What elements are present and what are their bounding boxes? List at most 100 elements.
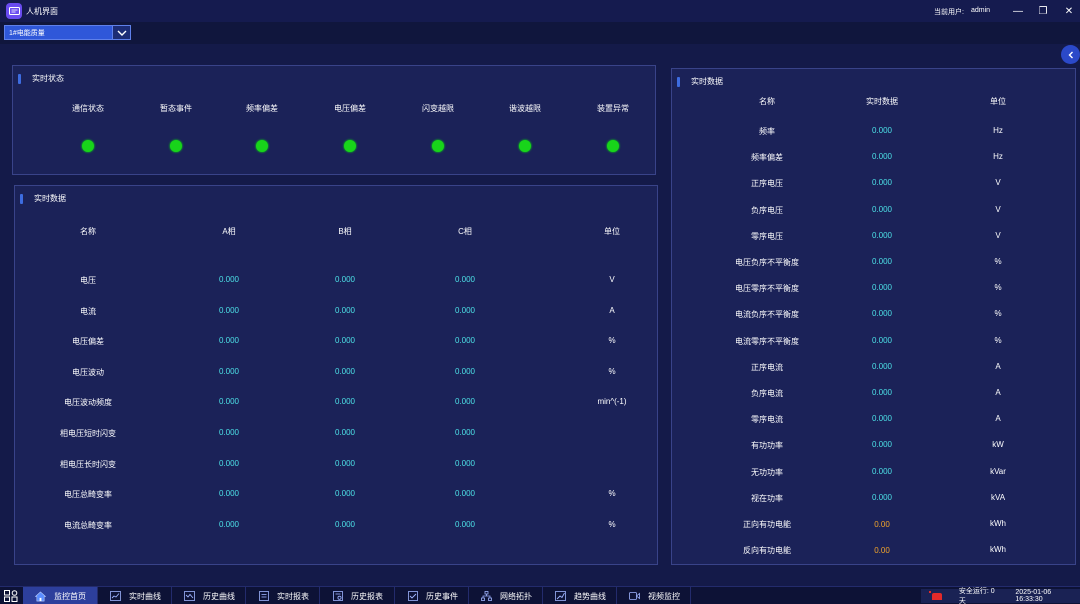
column-header: C相 [458,227,472,236]
app-grid-icon[interactable] [4,590,18,602]
realtime-value: 0.000 [871,204,893,214]
unit-label: Hz [993,126,1003,135]
title-accent-bar [20,193,23,204]
row-name: 有功功率 [751,441,783,451]
phase-c-value: 0.000 [454,458,476,468]
phase-a-value: 0.000 [218,336,240,346]
row-name: 正序电压 [751,179,783,189]
close-button[interactable]: ✕ [1062,4,1076,18]
row-name: 频率偏差 [751,153,783,163]
unit-label: % [608,336,616,346]
nav-tab-6[interactable]: 历史事件 [395,587,469,604]
column-header: 名称 [80,227,96,236]
row-name: 正向有功电能 [743,520,791,529]
realtime-value: 0.00 [874,546,890,556]
row-name: 频率 [759,127,775,136]
row-name: 电压偏差 [72,337,104,347]
phase-c-value: 0.000 [454,275,476,284]
device-select[interactable]: 1#电能质量 [4,25,131,40]
phase-a-value: 0.000 [218,305,240,315]
nav-tab-2[interactable]: 实时曲线 [98,587,172,604]
realtime-status-panel: 实时状态 通信状态 暂态事件 频率偏差 电压偏差 闪变越限 谐波越限 装置异常 [12,65,656,175]
status-item: 装置异常 [573,103,653,152]
summary-data-panel: 实时数据 名称 实时数据 单位 频率 0.000 Hz 频率偏差 0.000 Hz 正序电压 0.0… [671,68,1076,565]
phase-c-value: 0.000 [454,489,476,499]
row-name: 电压零序不平衡度 [735,284,799,294]
column-header: B相 [338,227,352,236]
phase-b-value: 0.000 [334,275,356,284]
close-icon: ✕ [1064,5,1074,17]
nav-tab-label: 历史曲线 [203,591,235,601]
nav-tab-1[interactable]: 监控首页 [23,587,98,604]
row-name: 零序电压 [751,231,783,241]
current-user-name: admin [971,7,991,14]
unit-label: kWh [990,519,1006,528]
phase-b-value: 0.000 [334,397,356,407]
nav-tab-9[interactable]: 视频监控 [617,587,691,604]
unit-label: kW [992,440,1004,450]
nav-tab-3[interactable]: 历史曲线 [172,587,246,604]
phase-c-value: 0.000 [454,305,476,315]
phase-b-value: 0.000 [334,458,356,468]
phase-c-value: 0.000 [454,336,476,346]
restore-button[interactable]: ❐ [1036,4,1050,18]
safe-run-days: 安全运行: 0 天 [958,588,995,604]
phase-b-value: 0.000 [334,489,356,499]
row-name: 电流负序不平衡度 [735,310,799,320]
realtime-value: 0.000 [871,492,893,502]
minimize-button[interactable]: — [1011,4,1025,18]
status-item: 暂态事件 [136,103,216,152]
status-indicator-icon [607,140,619,152]
realtime-value: 0.000 [871,126,893,135]
nav-tab-8[interactable]: 趋势曲线 [543,587,617,604]
alarm-icon[interactable] [929,591,943,601]
phase-a-value: 0.000 [218,275,240,284]
unit-label: % [608,489,616,499]
row-name: 相电压短时闪变 [60,429,116,438]
chevron-left-icon [1068,51,1073,58]
nav-tab-4[interactable]: 实时报表 [246,587,320,604]
row-name: 电压波动 [72,367,104,377]
nav-tab-7[interactable]: 网络拓扑 [469,587,543,604]
phase-data-panel: 实时数据 名称 A相 B相 C相 单位 电压 0.000 0.000 0.000 V 电流 0.000… [14,185,658,565]
status-indicator-icon [170,140,182,152]
row-name: 电压 [80,276,96,285]
nav-tab-label: 实时曲线 [129,591,161,601]
nav-tab-label: 趋势曲线 [574,591,606,601]
toolbar: 1#电能质量 [0,22,1080,44]
collapse-panel-button[interactable] [1061,45,1080,64]
status-indicator-icon [82,140,94,152]
title-accent-bar [18,73,21,84]
column-header: 单位 [990,97,1006,106]
column-header: A相 [222,227,236,236]
realtime-value: 0.00 [874,520,890,529]
unit-label: % [608,519,616,529]
row-name: 电压波动频度 [64,398,112,408]
phase-b-value: 0.000 [334,366,356,376]
trend-icon [555,591,566,601]
row-name: 负序电压 [751,205,783,215]
row-name: 零序电流 [751,415,783,425]
history-report-icon [332,591,343,601]
home-icon [35,591,46,601]
phase-a-value: 0.000 [218,397,240,407]
row-name: 电压负序不平衡度 [735,258,799,267]
unit-label: V [609,275,615,284]
realtime-value: 0.000 [871,178,893,188]
nav-tab-label: 实时报表 [277,591,309,601]
panel-title: 实时状态 [18,73,64,84]
realtime-value: 0.000 [871,466,893,476]
status-label: 暂态事件 [160,104,192,113]
realtime-value: 0.000 [871,335,893,345]
unit-label: V [995,230,1001,240]
status-label: 谐波越限 [509,104,541,113]
phase-a-value: 0.000 [218,519,240,529]
row-name: 电流 [80,306,96,316]
nav-tab-label: 视频监控 [648,591,680,601]
chevron-down-icon[interactable] [112,26,130,39]
realtime-value: 0.000 [871,257,893,266]
phase-a-value: 0.000 [218,489,240,499]
realtime-value: 0.000 [871,440,893,450]
nav-tab-5[interactable]: 历史报表 [320,587,395,604]
row-name: 电流零序不平衡度 [735,336,799,346]
